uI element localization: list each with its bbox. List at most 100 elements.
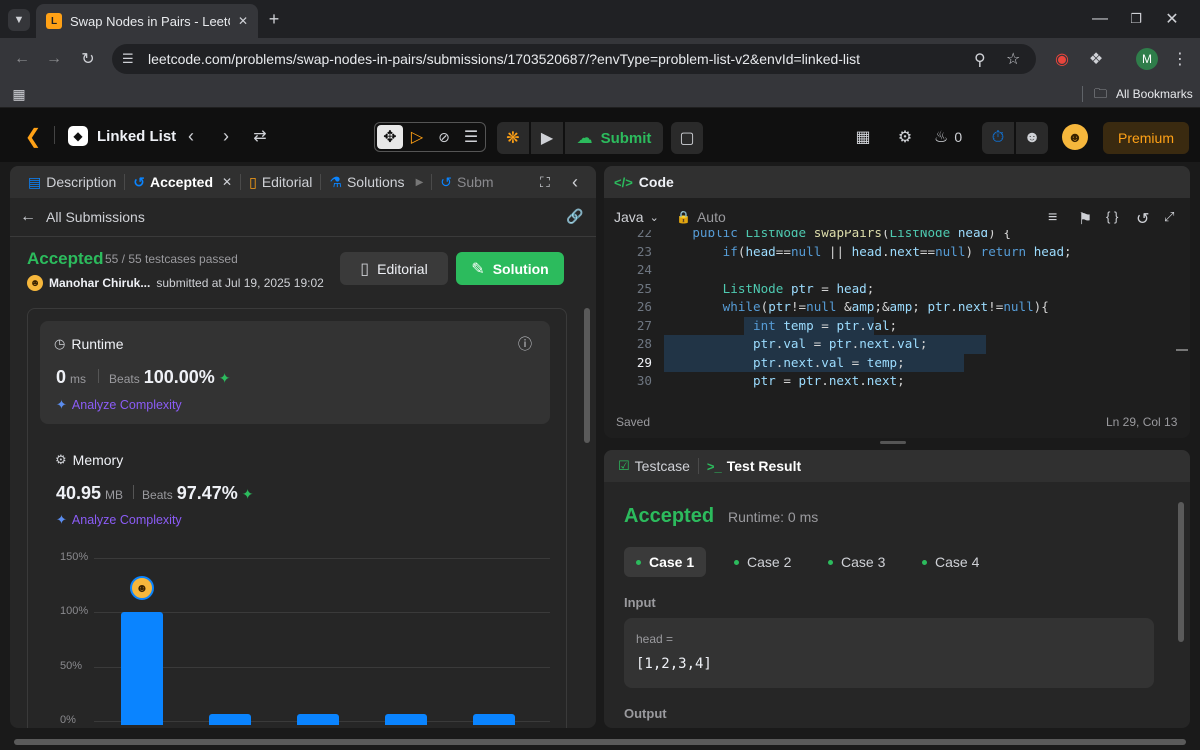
chart-bar[interactable] [385,714,427,725]
case-tab[interactable]: Case 3 [816,547,897,577]
tab-testcase[interactable]: ☑ Testcase [614,450,698,482]
code-line[interactable]: if(head==null || head.next==null) return… [662,243,1072,262]
tab-solutions[interactable]: ⚗ Solutions ▶ [321,166,431,198]
new-tab-icon[interactable]: + [264,9,284,29]
auto-mode[interactable]: 🔒 Auto [676,209,726,225]
collapse-panel-icon[interactable]: ‹ [572,172,578,193]
submission-status: Accepted [27,249,104,268]
problem-list-title[interactable]: Linked List [97,128,176,145]
link-icon[interactable]: 🔗 [566,208,583,225]
language-select[interactable]: Java ⌄ [614,209,659,225]
code-line[interactable]: ptr = ptr.next.next; [662,372,905,391]
notes-icon[interactable]: ▢ [671,122,703,154]
add-friend-icon[interactable]: ☻ [1016,122,1048,154]
chart-bar[interactable] [297,714,339,725]
code-line[interactable]: ptr.val = ptr.next.val; [662,335,927,354]
panel-resize-handle[interactable] [880,441,906,444]
zoom-icon[interactable]: ⚲ [974,50,986,70]
sparkle-icon: ✦ [56,512,67,527]
debug-icon[interactable]: ❋ [497,122,529,154]
chart-bar[interactable] [209,714,251,725]
tab-editorial[interactable]: ▯ Editorial [241,166,320,198]
folder-icon: 🗀 [1094,86,1108,101]
close-tab-icon[interactable]: ✕ [238,14,248,28]
scrollbar[interactable] [584,308,590,443]
case-tab[interactable]: Case 1 [624,547,707,577]
submitter-name[interactable]: Manohar Chiruk... [49,276,150,290]
reload-icon[interactable]: ↻ [78,49,98,69]
code-line[interactable]: ptr.next.val = temp; [662,354,905,373]
divider [54,126,55,144]
user-avatar[interactable]: ☻ [1062,124,1088,150]
lock-icon: 🔒 [676,210,691,224]
run-button[interactable]: ▶ [531,122,563,154]
prev-problem-icon[interactable]: ‹ [183,126,199,146]
code-line[interactable]: ListNode ptr = head; [662,280,875,299]
close-tab-icon[interactable]: ✕ [222,175,232,189]
info-icon[interactable]: ⓘ [518,334,532,354]
close-window-icon[interactable]: ✕ [1162,9,1182,29]
chart-bar[interactable] [121,612,163,725]
streak-counter[interactable]: ♨ 0 [934,126,962,148]
all-submissions-link[interactable]: ← All Submissions [20,208,145,226]
restore-icon[interactable]: ❐ [1126,9,1146,29]
tab-accepted[interactable]: ↺ Accepted ✕ [125,166,240,198]
tab-search-icon[interactable]: ▼ [8,9,30,31]
tab-submissions[interactable]: ↺ Subm [432,166,501,198]
code-line[interactable]: while(ptr!=null &amp;&amp; ptr.next!=nul… [662,298,1049,317]
leetcode-logo-icon[interactable]: ❮ [22,125,44,148]
tab-test-result[interactable]: >_ Test Result [699,450,809,482]
back-icon[interactable]: ← [12,49,32,69]
code-line[interactable]: public ListNode swapPairs(ListNode head)… [662,230,1011,243]
minimize-icon[interactable]: — [1090,9,1110,29]
bookmark-icon[interactable]: ⚑ [1078,209,1092,229]
submit-button[interactable]: ☁ Submit [565,122,663,154]
forward-icon[interactable]: → [44,49,64,69]
runtime-beats-value: 100.00% [143,367,215,387]
more-menu-icon[interactable]: ⋮ [1172,49,1188,69]
bookmark-star-icon[interactable]: ☆ [1006,49,1020,69]
all-bookmarks-link[interactable]: All Bookmarks [1116,87,1193,101]
layout-icon[interactable]: ▦ [852,126,874,148]
tab-submissions-label: Subm [457,174,494,190]
scrollbar-thumb[interactable] [14,739,1186,745]
apps-grid-icon[interactable]: ▦ [10,85,28,103]
code-line[interactable]: int temp = ptr.val; [662,317,897,336]
premium-button[interactable]: Premium [1103,122,1189,154]
editorial-button[interactable]: ▯ Editorial [340,252,448,285]
flask-icon: ⚗ [329,173,342,190]
site-info-icon[interactable]: ☰ [122,51,134,67]
tab-description[interactable]: ▤ Description [20,166,124,198]
shuffle-icon[interactable]: ⇄ [250,126,270,146]
next-problem-icon[interactable]: › [218,126,234,146]
chart-bar[interactable] [473,714,515,725]
url-bar[interactable]: ☰ leetcode.com/problems/swap-nodes-in-pa… [112,44,1036,74]
drag-move-icon[interactable]: ✥ [377,125,403,149]
play-small-icon: ▶ [415,176,424,188]
timer-icon[interactable]: ⏱ [982,122,1014,154]
runtime-card[interactable]: ◷ Runtime ⓘ 0 ms Beats 100.00% ✦ ✦ Analy… [40,321,550,424]
extensions-icon[interactable]: ❖ [1086,49,1106,69]
analyze-complexity-memory[interactable]: ✦ Analyze Complexity [56,512,182,528]
scrollbar[interactable] [1178,502,1184,642]
code-editor[interactable]: 22 public ListNode swapPairs(ListNode he… [604,230,1190,394]
reset-icon[interactable]: ↺ [1136,209,1149,229]
solution-button[interactable]: ✎ Solution [456,252,564,285]
hide-icon[interactable]: ⊘ [432,126,456,148]
braces-icon[interactable]: { } [1106,209,1118,224]
run-outline-icon[interactable]: ▷ [405,126,429,148]
maximize-icon[interactable]: ⛶ [540,174,550,191]
case-tab[interactable]: Case 4 [910,547,991,577]
case-tab[interactable]: Case 2 [722,547,803,577]
expand-icon[interactable]: ⤢ [1164,209,1174,225]
settings-sliders-icon[interactable]: ☰ [459,126,483,148]
profile-avatar[interactable]: M [1136,48,1158,70]
format-icon[interactable]: ≡ [1048,209,1057,227]
analyze-complexity-runtime[interactable]: ✦ Analyze Complexity [56,397,182,413]
memory-unit: MB [105,488,124,502]
browser-tab[interactable]: L Swap Nodes in Pairs - LeetCode ✕ [36,4,258,38]
line-number: 30 [636,373,652,388]
extension-record-icon[interactable]: ◉ [1052,49,1072,69]
settings-gear-icon[interactable]: ⚙ [894,126,916,148]
horizontal-scrollbar[interactable] [0,734,1200,750]
